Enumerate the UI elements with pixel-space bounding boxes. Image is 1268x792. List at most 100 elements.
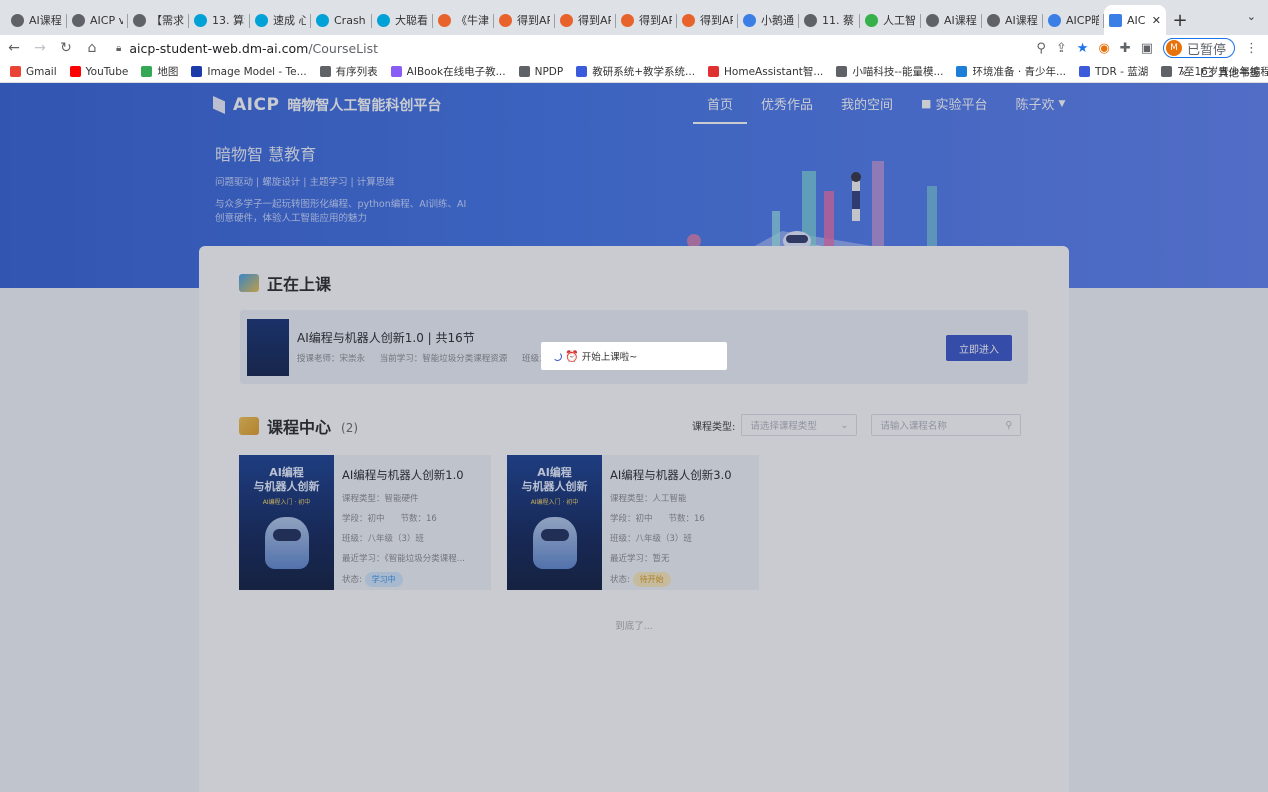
browser-tab[interactable]: 大聪看	[372, 5, 433, 35]
tab-label: AICP暗	[1066, 14, 1099, 27]
bookmark-item[interactable]: 有序列表	[319, 64, 378, 79]
share-icon[interactable]: ⇪	[1056, 41, 1067, 56]
extension-pin-icon[interactable]: ◉	[1098, 41, 1109, 56]
bookmark-item[interactable]: 环境准备 · 青少年...	[956, 64, 1066, 79]
browser-tab[interactable]: AICP v	[67, 5, 128, 35]
browser-tab-bar: AI课程 AICP v 【需求 13. 算法 速成 心 Crash C 大聪看 《牛津 得到AP…	[0, 0, 1268, 35]
bookmark-favicon-icon	[191, 66, 203, 77]
bookmark-item[interactable]: 小喵科技--能量模...	[836, 64, 943, 79]
side-panel-icon[interactable]: ▣	[1141, 41, 1153, 56]
tab-label: 【需求	[151, 14, 184, 27]
tab-label: 13. 算法	[212, 14, 245, 27]
tab-favicon-icon	[804, 13, 817, 27]
browser-tab[interactable]: 得到AP	[555, 5, 616, 35]
bookmark-label: 地图	[157, 66, 179, 78]
browser-tab[interactable]: 小鹅通	[738, 5, 799, 35]
browser-tab[interactable]: 得到AP	[494, 5, 555, 35]
zoom-search-icon[interactable]: ⚲	[1036, 41, 1046, 56]
tab-label: AICP v	[90, 13, 123, 27]
browser-tab[interactable]: AICP暗	[1043, 5, 1104, 35]
tab-favicon-icon	[255, 13, 268, 27]
tab-favicon-icon	[194, 13, 207, 27]
browser-tab[interactable]: 11. 蔡	[799, 5, 860, 35]
tab-favicon-icon	[133, 13, 146, 27]
tab-favicon-icon	[316, 13, 329, 27]
other-bookmarks[interactable]: 其他书签	[1218, 65, 1260, 80]
browser-tab[interactable]: 【需求	[128, 5, 189, 35]
url-path: /CourseList	[308, 40, 379, 56]
profile-button[interactable]: M 已暂停	[1162, 38, 1235, 58]
browser-tab[interactable]: AI课程	[982, 5, 1043, 35]
modal-overlay[interactable]	[0, 83, 1268, 792]
bookmark-item[interactable]: HomeAssistant智...	[708, 64, 823, 79]
browser-tab[interactable]: Crash C	[311, 5, 372, 35]
bookmark-favicon-icon	[10, 66, 21, 77]
tab-favicon-icon	[865, 13, 878, 27]
extensions-puzzle-icon[interactable]: ✚	[1120, 41, 1131, 56]
tab-favicon-icon	[1048, 13, 1061, 27]
tab-label: 人工智	[883, 14, 916, 27]
bookmark-favicon-icon	[69, 66, 81, 77]
tab-favicon-icon	[743, 13, 756, 27]
tab-favicon-icon	[926, 13, 939, 27]
bookmark-label: 教研系统+教学系统...	[592, 66, 696, 78]
bookmark-favicon-icon	[141, 66, 153, 77]
bookmark-favicon-icon	[390, 66, 402, 77]
bookmark-label: 有序列表	[335, 66, 378, 78]
new-tab-button[interactable]: +	[1166, 5, 1194, 35]
tab-search-chevron-icon[interactable]: ⌄	[1247, 10, 1256, 23]
bookmark-star-icon[interactable]: ★	[1077, 41, 1089, 56]
bookmark-label: Gmail	[26, 65, 57, 78]
browser-tab[interactable]: 《牛津	[433, 5, 494, 35]
bookmark-item[interactable]: NPDP	[518, 65, 564, 78]
url-host: aicp-student-web.dm-ai.com	[129, 40, 309, 56]
forward-arrow-icon[interactable]: →	[28, 36, 52, 60]
browser-tab[interactable]: 13. 算法	[189, 5, 250, 35]
tab-favicon-icon	[621, 13, 634, 27]
close-tab-icon[interactable]: ✕	[1152, 14, 1161, 27]
tab-favicon-icon	[682, 13, 695, 27]
tab-label: 小鹅通	[761, 14, 794, 27]
browser-tab[interactable]: 人工智	[860, 5, 921, 35]
loading-spinner-icon	[553, 351, 562, 361]
browser-tab[interactable]: 速成 心	[250, 5, 311, 35]
bookmark-favicon-icon	[319, 66, 331, 77]
home-icon[interactable]: ⌂	[80, 36, 104, 60]
reload-icon[interactable]: ↻	[54, 36, 78, 60]
browser-tab[interactable]: 得到AP	[616, 5, 677, 35]
bookmark-item[interactable]: YouTube	[69, 65, 129, 78]
tab-label: 11. 蔡	[822, 14, 854, 27]
address-bar[interactable]: 🔒︎ aicp-student-web.dm-ai.com/CourseList	[116, 41, 1036, 56]
tab-favicon-icon	[72, 13, 85, 27]
tab-label: AI课程	[1005, 14, 1038, 27]
browser-tab[interactable]: 得到AP	[677, 5, 738, 35]
bookmark-item[interactable]: 地图	[141, 64, 178, 79]
bookmark-item[interactable]: AIBook在线电子教...	[390, 64, 506, 79]
tab-label: 得到AP	[700, 14, 733, 27]
tab-favicon-icon	[499, 13, 512, 27]
alarm-clock-icon: ⏰	[565, 349, 579, 363]
back-arrow-icon[interactable]: ←	[2, 36, 26, 60]
browser-tab[interactable]: AI课程	[6, 5, 67, 35]
bookmark-favicon-icon	[836, 66, 848, 77]
bookmarks-overflow-button[interactable]: »	[1181, 67, 1187, 79]
bookmark-item[interactable]: 教研系统+教学系统...	[576, 64, 695, 79]
bookmark-label: AIBook在线电子教...	[406, 66, 506, 78]
bookmark-item[interactable]: Gmail	[10, 66, 57, 78]
bookmark-label: Image Model - Te...	[207, 65, 307, 78]
loading-toast: ⏰ 开始上课啦~	[541, 342, 727, 370]
bookmark-label: NPDP	[534, 65, 564, 78]
browser-tab-active[interactable]: AIC ✕	[1104, 5, 1166, 35]
bookmark-label: YouTube	[85, 65, 129, 78]
active-tab-label: AIC	[1127, 13, 1146, 27]
browser-tab[interactable]: AI课程	[921, 5, 982, 35]
profile-label: 已暂停	[1186, 42, 1226, 58]
tab-label: 得到AP	[639, 14, 672, 27]
browser-menu-icon[interactable]: ⋮	[1245, 41, 1258, 56]
bookmark-label: TDR - 蓝湖	[1095, 66, 1149, 78]
bookmark-item[interactable]: TDR - 蓝湖	[1079, 64, 1148, 79]
bookmark-item[interactable]: Image Model - Te...	[191, 65, 307, 78]
tab-label: 得到AP	[578, 14, 611, 27]
tab-label: 《牛津	[456, 14, 489, 27]
folder-icon	[1201, 68, 1213, 77]
